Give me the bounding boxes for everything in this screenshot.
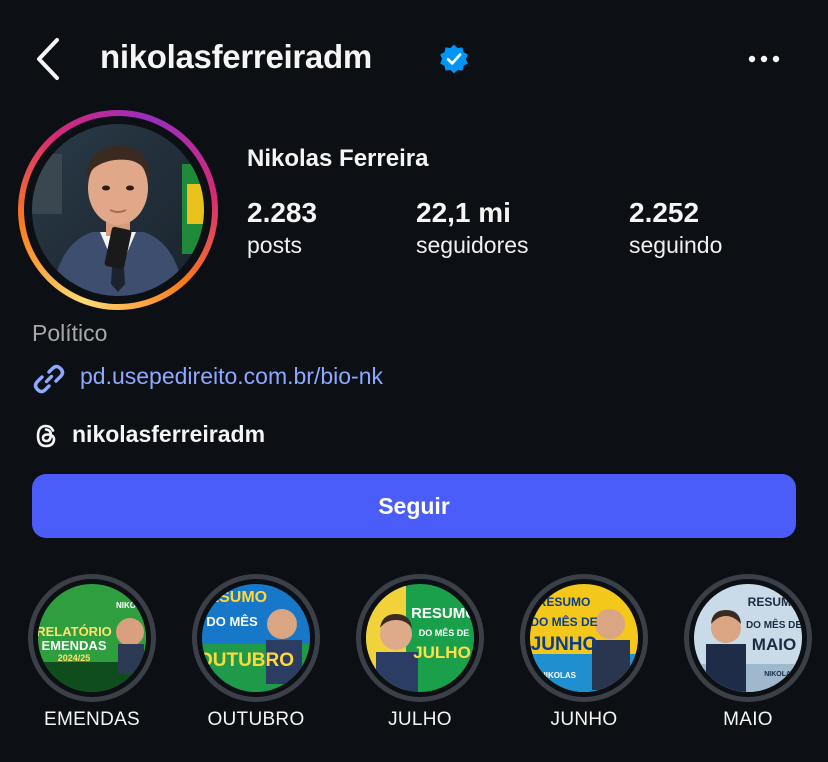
highlight-label: EMENDAS [43,709,141,730]
back-button[interactable] [30,36,70,82]
highlight-label: MAIO [723,709,773,730]
stat-posts[interactable]: 2.283 posts [247,196,317,260]
highlight-cover-line: JULHO [413,643,471,662]
stat-followers-label: seguidores [416,232,529,258]
stat-following-count: 2.252 [629,197,700,228]
threads-icon [36,424,56,448]
highlight-ring: RESUMO DO MÊS DE MAIO NIKOLAS [684,574,812,702]
story-ring[interactable] [18,110,218,310]
highlight-cover-line: MAIO [752,635,796,654]
highlight-cover-line: OUTUBRO [202,650,294,671]
highlight-cover-line: DO MÊS DE [530,614,597,629]
highlight-cover: RESUMO DO MÊS DE JULHO [366,584,474,692]
stat-followers[interactable]: 22,1 mi seguidores [416,196,529,260]
chevron-left-icon [37,38,59,80]
highlight-label: JULHO [388,709,452,730]
highlight-label: JUNHO [550,709,618,730]
highlight-ring: RESUMO DO MÊS DE JUNHO NIKOLAS [520,574,648,702]
highlight-cover-line: DO MÊS [206,614,258,629]
stat-following-label: seguindo [629,232,723,258]
highlight-cover-line: DO MÊS DE [419,627,470,638]
highlight-ring: NIKOLAS RELATÓRIO EMENDAS 2024/25 [28,574,156,702]
more-options-button[interactable] [744,47,784,71]
profile-photo [32,124,204,296]
profile-category: Político [32,320,108,346]
stat-following[interactable]: 2.252 seguindo [629,196,722,260]
highlight-cover: RESUMO DO MÊS OUTUBRO [202,584,310,692]
stat-followers-count: 22,1 mi [416,197,511,228]
highlight-ring: RESUMO DO MÊS DE JULHO [356,574,484,702]
highlight-cover: RESUMO DO MÊS DE MAIO NIKOLAS [694,584,802,692]
stat-posts-count: 2.283 [247,197,318,228]
highlight-emendas[interactable]: NIKOLAS RELATÓRIO EMENDAS 2024/25 EMENDA… [26,574,158,731]
highlight-outubro[interactable]: RESUMO DO MÊS OUTUBRO OUTUBRO [190,574,322,731]
profile-full-name: Nikolas Ferreira [247,145,429,172]
highlight-maio[interactable]: RESUMO DO MÊS DE MAIO NIKOLAS MAIO [682,574,814,731]
more-horizontal-icon [748,55,780,63]
verified-badge-icon [440,44,468,74]
highlight-cover-line: EMENDAS [41,638,106,653]
stat-posts-label: posts [247,232,302,258]
highlight-ring: RESUMO DO MÊS OUTUBRO [192,574,320,702]
highlight-cover-line: 2024/25 [58,653,91,663]
highlight-cover-line: DO MÊS DE [746,618,802,631]
top-bar: nikolasferreiradm [0,0,828,120]
link-icon [33,364,65,394]
highlight-label: OUTUBRO [207,709,305,730]
threads-handle: nikolasferreiradm [72,421,266,447]
profile-username: nikolasferreiradm [100,38,372,75]
follow-button[interactable]: Seguir [32,474,796,538]
bio-link-text: pd.usepedireito.com.br/bio-nk [80,363,383,389]
avatar[interactable] [32,124,204,296]
highlight-cover-line: JUNHO [531,634,598,655]
highlight-cover: RESUMO DO MÊS DE JUNHO NIKOLAS [530,584,638,692]
highlight-cover: NIKOLAS RELATÓRIO EMENDAS 2024/25 [38,584,146,692]
highlight-junho[interactable]: RESUMO DO MÊS DE JUNHO NIKOLAS JUNHO [518,574,650,731]
highlight-cover-line: RESUMO [411,605,474,622]
highlight-cover-line: RELATÓRIO [38,624,112,639]
highlight-julho[interactable]: RESUMO DO MÊS DE JULHO JULHO [354,574,486,731]
